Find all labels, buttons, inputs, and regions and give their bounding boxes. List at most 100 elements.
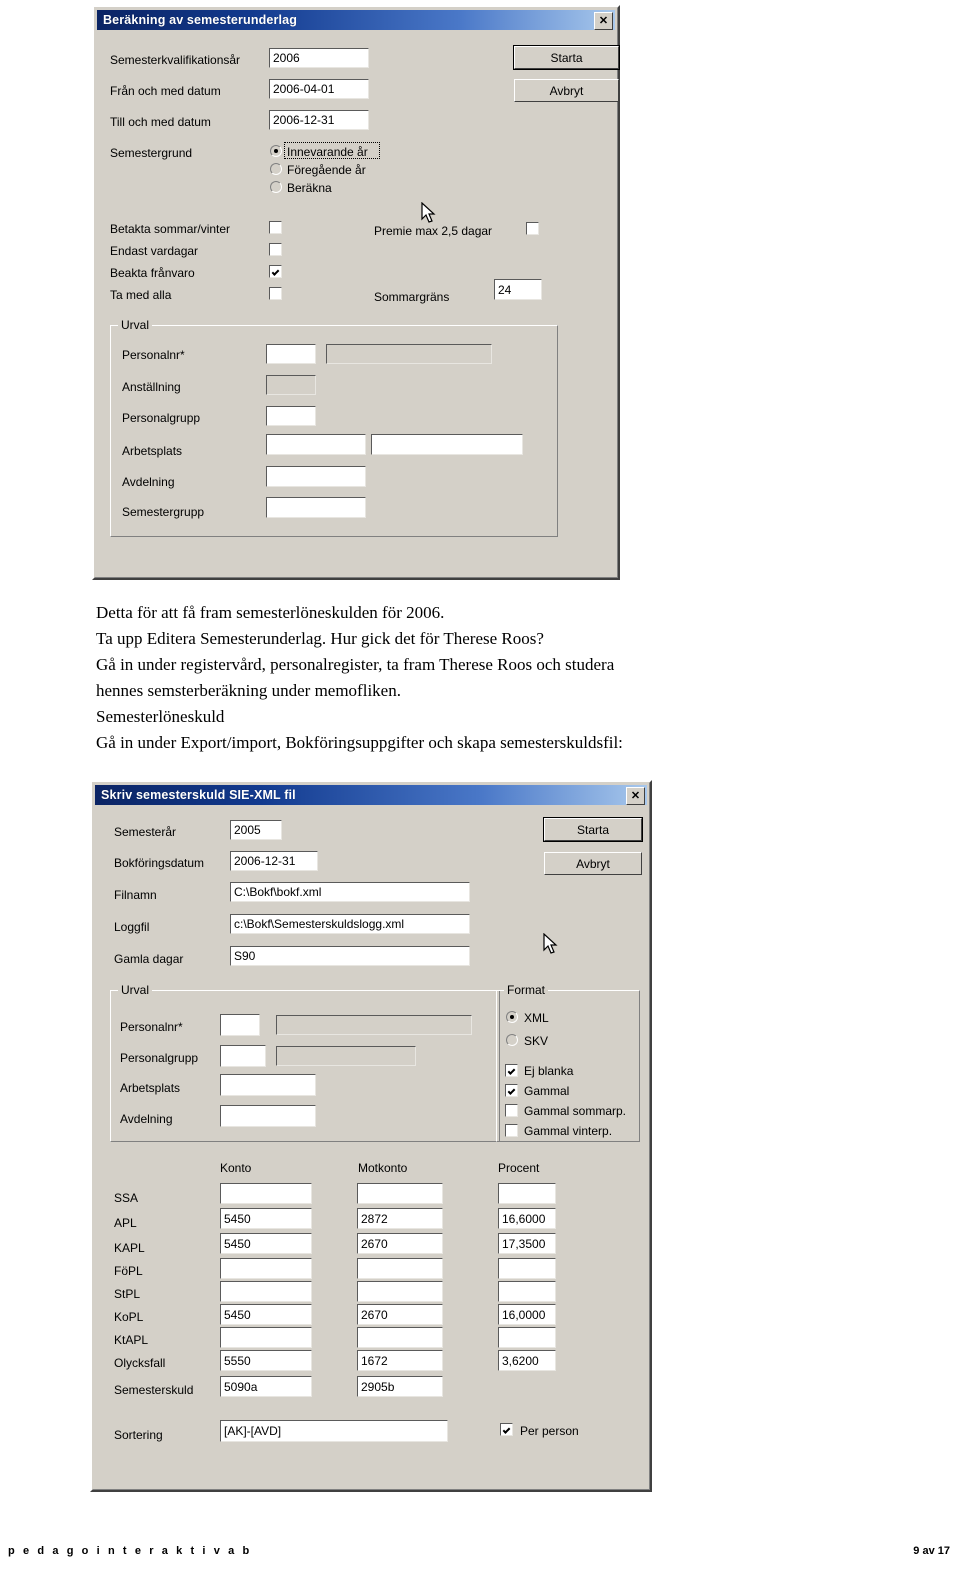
radio-format-skv-label: SKV [524,1034,549,1048]
checkbox-per-person[interactable] [500,1423,513,1436]
group-urval-dialog2-title: Urval [118,984,153,996]
input-procent-olycksfall[interactable]: 3,6200 [498,1350,556,1371]
checkbox-gammal[interactable] [505,1084,518,1097]
label-ej-blanka: Ej blanka [524,1064,574,1078]
input-motkonto-ssa[interactable] [357,1183,443,1204]
input-konto-ssa[interactable] [220,1183,312,1204]
label-urval1-personalnr: Personalnr* [122,348,185,362]
input-konto-semesterskuld[interactable]: 5090a [220,1376,312,1397]
input-urval1-arbetsplats[interactable] [266,434,366,455]
input-motkonto-ktapl[interactable] [357,1327,443,1348]
label-sommargrans: Sommargräns [374,290,450,304]
label-urval1-semestergrupp: Semestergrupp [122,505,205,519]
input-urval1-personalgrupp[interactable] [266,406,316,426]
column-header-motkonto: Motkonto [358,1161,408,1175]
group-format-title: Format [504,984,549,996]
input-semesterar[interactable]: 2005 [230,820,282,840]
input-konto-ktapl[interactable] [220,1327,312,1348]
radio-format-skv[interactable] [506,1034,518,1046]
label-betakta-sommar-vinter: Betakta sommar/vinter [110,222,231,236]
start-button[interactable]: Starta [513,45,620,70]
checkbox-premie-max[interactable] [526,222,539,235]
input-urval1-arbetsplats-name[interactable] [371,434,523,455]
dialog1-titlebar[interactable]: Beräkning av semesterunderlag ✕ [97,10,615,30]
input-motkonto-apl[interactable]: 2872 [357,1208,443,1229]
input-motkonto-kopl[interactable]: 2670 [357,1304,443,1325]
input-sortering[interactable]: [AK]-[AVD] [220,1420,448,1442]
checkbox-betakta-sommar-vinter[interactable] [269,221,282,234]
input-urval1-personalnr[interactable] [266,344,316,364]
input-procent-kopl[interactable]: 16,0000 [498,1304,556,1325]
table-row-label-apl: APL [114,1216,137,1230]
input-urval2-personalgrupp-name [276,1046,416,1066]
group-urval-dialog1-title: Urval [118,319,153,331]
input-procent-kapl[interactable]: 17,3500 [498,1233,556,1254]
dialog-berakning-av-semesterunderlag: Beräkning av semesterunderlag ✕ Semester… [92,5,620,580]
checkbox-ej-blanka[interactable] [505,1064,518,1077]
input-konto-stpl[interactable] [220,1281,312,1302]
table-row-label-olycksfall: Olycksfall [114,1356,166,1370]
input-procent-ssa[interactable] [498,1183,556,1204]
label-urval2-avdelning: Avdelning [120,1112,173,1126]
input-fran-och-med-datum[interactable]: 2006-04-01 [269,79,369,99]
radio-format-xml[interactable] [506,1011,518,1023]
input-sommargrans[interactable]: 24 [494,279,542,300]
input-motkonto-olycksfall[interactable]: 1672 [357,1350,443,1371]
input-konto-kapl[interactable]: 5450 [220,1233,312,1254]
checkbox-gammal-sommarp[interactable] [505,1104,518,1117]
input-urval1-avdelning[interactable] [266,466,366,487]
input-procent-stpl[interactable] [498,1281,556,1302]
cancel-button[interactable]: Avbryt [514,79,619,102]
start-button[interactable]: Starta [543,817,643,842]
checkbox-beakta-franvaro[interactable] [269,265,282,278]
label-gammal-vinterp: Gammal vinterp. [524,1124,613,1138]
prose-line-4: hennes semsterberäkning under memofliken… [96,681,401,700]
input-till-och-med-datum[interactable]: 2006-12-31 [269,110,369,130]
input-motkonto-semesterskuld[interactable]: 2905b [357,1376,443,1397]
dialog2-titlebar[interactable]: Skriv semesterskuld SIE-XML fil ✕ [95,785,647,805]
radio-foregaende-ar[interactable] [270,163,282,175]
input-gamla-dagar[interactable]: S90 [230,946,470,966]
table-row-label-kopl: KoPL [114,1310,144,1324]
label-sortering: Sortering [114,1428,163,1442]
label-per-person: Per person [520,1424,579,1438]
input-procent-apl[interactable]: 16,6000 [498,1208,556,1229]
label-premie-max: Premie max 2,5 dagar [374,224,493,238]
input-procent-ktapl[interactable] [498,1327,556,1348]
input-filnamn[interactable]: C:\Bokf\bokf.xml [230,882,470,902]
cancel-button[interactable]: Avbryt [544,852,642,875]
input-motkonto-kapl[interactable]: 2670 [357,1233,443,1254]
input-bokforingsdatum[interactable]: 2006-12-31 [230,851,318,871]
input-semesterkvalifikationsar[interactable]: 2006 [269,48,369,68]
label-beakta-franvaro: Beakta frånvaro [110,266,195,280]
checkbox-endast-vardagar[interactable] [269,243,282,256]
input-konto-kopl[interactable]: 5450 [220,1304,312,1325]
input-konto-fopl[interactable] [220,1258,312,1279]
label-urval2-personalnr: Personalnr* [120,1020,183,1034]
label-gamla-dagar: Gamla dagar [114,952,184,966]
input-konto-apl[interactable]: 5450 [220,1208,312,1229]
input-motkonto-stpl[interactable] [357,1281,443,1302]
input-urval1-semestergrupp[interactable] [266,497,366,518]
radio-innevarande-ar[interactable] [270,145,282,157]
input-urval2-avdelning[interactable] [220,1105,316,1127]
input-urval2-personalgrupp[interactable] [220,1045,266,1067]
checkbox-ta-med-alla[interactable] [269,287,282,300]
input-urval1-anstallning [266,375,316,395]
input-urval2-personalnr[interactable] [220,1014,260,1036]
input-urval2-arbetsplats[interactable] [220,1074,316,1096]
table-row-label-stpl: StPL [114,1287,141,1301]
close-icon[interactable]: ✕ [594,12,613,30]
input-urval1-personalnr-name [326,344,492,364]
input-procent-fopl[interactable] [498,1258,556,1279]
radio-berakna[interactable] [270,181,282,193]
prose-line-6: Gå in under Export/import, Bokföringsupp… [96,733,623,752]
close-icon[interactable]: ✕ [626,787,645,805]
prose-line-1: Detta för att få fram semesterlöneskulde… [96,603,445,622]
input-konto-olycksfall[interactable]: 5550 [220,1350,312,1371]
radio-innevarande-ar-label: Innevarande år [287,145,368,159]
input-loggfil[interactable]: c:\Bokf\Semesterskuldslogg.xml [230,914,470,934]
table-row-label-ktapl: KtAPL [114,1333,149,1347]
checkbox-gammal-vinterp[interactable] [505,1124,518,1137]
input-motkonto-fopl[interactable] [357,1258,443,1279]
